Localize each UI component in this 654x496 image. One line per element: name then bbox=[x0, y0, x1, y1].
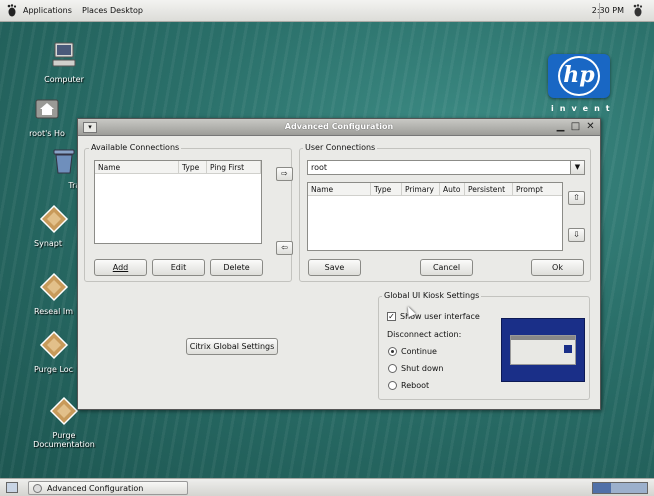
desktop-icon-label: root's Ho bbox=[29, 129, 65, 138]
gnome-foot-icon[interactable] bbox=[6, 4, 18, 17]
package-icon bbox=[39, 272, 69, 302]
column-header-ping-first[interactable]: Ping First bbox=[207, 161, 261, 174]
window-titlebar[interactable]: ▾ Advanced Configuration ▁ □ ✕ bbox=[78, 119, 600, 136]
user-connections-list[interactable]: Name Type Primary Auto Persistent Prompt bbox=[307, 182, 563, 251]
shutdown-radio[interactable] bbox=[388, 364, 397, 373]
taskbar-button-advanced-configuration[interactable]: Advanced Configuration bbox=[28, 481, 188, 495]
column-header-prompt[interactable]: Prompt bbox=[513, 183, 562, 196]
save-button[interactable]: Save bbox=[308, 259, 361, 276]
user-select-value: root bbox=[311, 163, 328, 172]
show-desktop-icon[interactable] bbox=[6, 482, 18, 493]
column-header-auto[interactable]: Auto bbox=[440, 183, 465, 196]
menu-applications[interactable]: Applications bbox=[23, 6, 72, 15]
app-icon bbox=[33, 484, 42, 493]
desktop-icon-synaptic[interactable]: Synapt bbox=[34, 204, 74, 248]
preview-window bbox=[510, 335, 576, 365]
continue-radio[interactable] bbox=[388, 347, 397, 356]
package-icon bbox=[39, 330, 69, 360]
taskbar-button-label: Advanced Configuration bbox=[47, 484, 144, 493]
chevron-down-icon[interactable]: ▼ bbox=[570, 161, 584, 174]
delete-button[interactable]: Delete bbox=[210, 259, 263, 276]
workspace-switcher[interactable] bbox=[592, 482, 648, 494]
ok-button[interactable]: Ok bbox=[531, 259, 584, 276]
move-up-arrow-icon[interactable]: ⇧ bbox=[568, 191, 585, 205]
package-icon bbox=[49, 396, 79, 426]
minimize-icon[interactable]: ▁ bbox=[554, 121, 567, 134]
reboot-radio[interactable] bbox=[388, 381, 397, 390]
desktop-icon-label: Computer bbox=[44, 75, 84, 84]
desktop-icon-purge-loc[interactable]: Purge Loc bbox=[34, 330, 74, 374]
continue-label: Continue bbox=[401, 347, 437, 356]
clock[interactable]: 2:30 PM bbox=[592, 6, 624, 15]
trash-icon bbox=[53, 149, 75, 174]
menu-desktop[interactable]: Desktop bbox=[110, 6, 143, 15]
available-connections-list[interactable]: Name Type Ping First bbox=[94, 160, 262, 244]
kiosk-preview-image bbox=[501, 318, 585, 382]
hp-tagline: invent bbox=[551, 104, 616, 113]
network-icon[interactable] bbox=[632, 4, 644, 17]
column-header-name[interactable]: Name bbox=[308, 183, 371, 196]
column-header-primary[interactable]: Primary bbox=[402, 183, 440, 196]
desktop-icon-label: Purge Loc bbox=[34, 365, 74, 374]
desktop-icon-label: Synapt bbox=[34, 239, 62, 248]
column-header-name[interactable]: Name bbox=[95, 161, 179, 174]
user-select-dropdown[interactable]: root ▼ bbox=[307, 160, 585, 175]
shutdown-label: Shut down bbox=[401, 364, 444, 373]
maximize-icon[interactable]: □ bbox=[569, 121, 582, 134]
hp-logo: hp bbox=[548, 54, 610, 98]
reboot-label: Reboot bbox=[401, 381, 430, 390]
computer-icon bbox=[52, 42, 76, 67]
top-panel: Applications Places Desktop 2:30 PM bbox=[0, 0, 654, 22]
move-right-arrow-icon[interactable]: ⇨ bbox=[276, 167, 293, 181]
kiosk-settings-title: Global UI Kiosk Settings bbox=[382, 291, 482, 300]
close-icon[interactable]: ✕ bbox=[584, 121, 597, 134]
desktop-icon-label: Reseal Im bbox=[34, 307, 74, 316]
user-connections-title: User Connections bbox=[303, 143, 378, 152]
home-folder-icon bbox=[35, 99, 59, 119]
cancel-button[interactable]: Cancel bbox=[420, 259, 473, 276]
show-ui-checkbox[interactable]: ✓ bbox=[387, 312, 396, 321]
column-header-type[interactable]: Type bbox=[371, 183, 402, 196]
disconnect-action-label: Disconnect action: bbox=[387, 330, 462, 339]
desktop-icon-reseal[interactable]: Reseal Im bbox=[34, 272, 74, 316]
bottom-panel: Advanced Configuration bbox=[0, 478, 654, 496]
citrix-global-settings-button[interactable]: Citrix Global Settings bbox=[186, 338, 278, 355]
add-button[interactable]: Add bbox=[94, 259, 147, 276]
column-header-persistent[interactable]: Persistent bbox=[465, 183, 513, 196]
available-connections-title: Available Connections bbox=[89, 143, 182, 152]
edit-button[interactable]: Edit bbox=[152, 259, 205, 276]
window-title: Advanced Configuration bbox=[284, 122, 394, 131]
package-icon bbox=[39, 204, 69, 234]
menu-places[interactable]: Places bbox=[82, 6, 107, 15]
desktop-icon-computer[interactable]: Computer bbox=[29, 40, 99, 84]
move-left-arrow-icon[interactable]: ⇦ bbox=[276, 241, 293, 255]
column-header-type[interactable]: Type bbox=[179, 161, 207, 174]
desktop-icon-label: Purge Documentation bbox=[33, 431, 95, 449]
workspace-active[interactable] bbox=[593, 483, 611, 493]
desktop-icon-home[interactable]: root's Ho bbox=[27, 94, 67, 138]
move-down-arrow-icon[interactable]: ⇩ bbox=[568, 228, 585, 242]
hp-logo-text: hp bbox=[558, 56, 600, 96]
